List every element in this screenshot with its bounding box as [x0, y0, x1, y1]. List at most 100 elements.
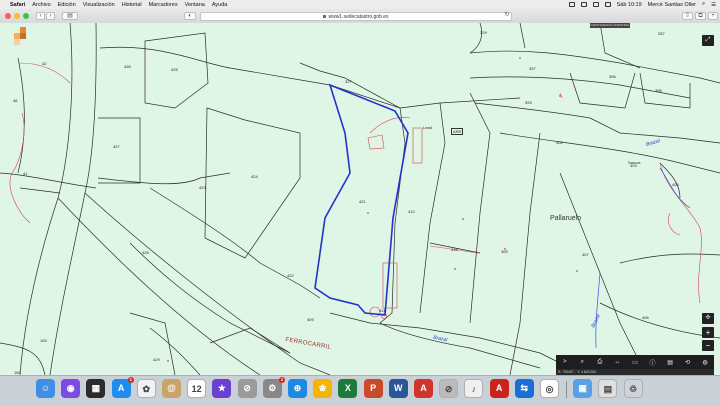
info-icon[interactable]: ⓘ: [646, 358, 660, 367]
chevron-left-icon: ‹: [39, 12, 42, 19]
tabs-overview-button[interactable]: ⧉: [695, 11, 706, 20]
address-bar[interactable]: www1.sedecatastro.gob.es: [200, 11, 512, 21]
parcel-number: 412: [408, 209, 415, 214]
screen-share-icon[interactable]: [568, 2, 575, 7]
dock-safari-icon[interactable]: ⊕: [288, 379, 307, 398]
dock-acrobat-reader-icon[interactable]: A: [489, 379, 509, 398]
parcel-number: 421: [359, 199, 366, 204]
cadastral-map[interactable]: CARTOGRAFÍA CATASTRAL 329 257 426 425 32…: [0, 23, 720, 375]
parcel-number: 424: [251, 174, 258, 179]
dock-excel-icon[interactable]: X: [338, 379, 358, 398]
parcel-number: 393: [525, 100, 532, 105]
map-toolbar: > ⌕ ⎙ ↔ ▭ ⓘ ▤ ⟲ ◍: [556, 355, 714, 369]
parcel-number: 257: [658, 31, 665, 36]
zoom-in-button[interactable]: +: [702, 327, 714, 338]
menu-item-historial[interactable]: Historial: [122, 2, 142, 8]
dock-document-icon[interactable]: ▤: [598, 379, 618, 398]
parcel-number: 404: [672, 182, 679, 187]
notification-badge: 1: [279, 377, 285, 383]
dock-app-store-icon[interactable]: A1: [111, 377, 134, 398]
parcel-number: 327: [345, 79, 352, 84]
dock-word-icon[interactable]: W: [388, 379, 408, 398]
reload-button[interactable]: ↻: [503, 12, 511, 20]
menu-app-name[interactable]: Safari: [10, 2, 25, 8]
dock-acrobat-icon[interactable]: A: [414, 379, 433, 398]
tabs-icon: ⧉: [698, 12, 703, 19]
map-top-banner: CARTOGRAFÍA CATASTRAL: [590, 23, 630, 28]
back-button[interactable]: ‹: [36, 11, 45, 20]
parcel-number: 41: [23, 171, 28, 176]
parcel-number: 411: [379, 308, 386, 313]
parcel-number: 46: [13, 98, 18, 103]
dock-siri-icon[interactable]: ◉: [61, 379, 81, 398]
dock-trash-icon[interactable]: ♲: [623, 379, 643, 398]
share-button[interactable]: ⇧: [682, 11, 693, 20]
forward-button[interactable]: ›: [46, 11, 55, 20]
close-window-button[interactable]: [5, 13, 11, 19]
zoom-out-button[interactable]: −: [702, 340, 714, 351]
battery-icon[interactable]: [604, 2, 611, 7]
dock-finder-icon[interactable]: ☺: [36, 379, 55, 398]
dock-downloads-icon[interactable]: ▣: [573, 379, 593, 398]
minimize-window-button[interactable]: [14, 13, 20, 19]
dock-utilities-icon[interactable]: ⊘: [237, 379, 257, 398]
dock-powerpoint-icon[interactable]: P: [363, 379, 383, 398]
reload-icon: ↻: [504, 11, 510, 18]
locate-button[interactable]: ✣: [702, 313, 714, 324]
parcel-number: 405: [501, 249, 508, 254]
fullscreen-button[interactable]: ⤢: [702, 35, 714, 46]
dock-remote-desktop-icon[interactable]: ⇆: [514, 379, 534, 398]
menu-item-archivo[interactable]: Archivo: [32, 2, 50, 8]
dock-photos-icon[interactable]: ✿: [136, 379, 156, 398]
menu-item-marcadores[interactable]: Marcadores: [149, 2, 178, 8]
parcel-number: 409: [307, 317, 314, 322]
dock-imovie-icon[interactable]: ★: [212, 379, 232, 398]
zoom-window-button[interactable]: [23, 13, 29, 19]
spotlight-icon[interactable]: ⌕: [702, 1, 705, 8]
dock-separator: [566, 381, 567, 398]
parcel-number: 159: [40, 338, 47, 343]
menu-item-edicion[interactable]: Edición: [58, 2, 76, 8]
dock-itunes-icon[interactable]: ♪: [464, 379, 484, 398]
print-icon[interactable]: ⎙: [593, 359, 607, 366]
menu-item-ayuda[interactable]: Ayuda: [212, 2, 228, 8]
wifi-icon[interactable]: [592, 2, 599, 7]
menu-item-visualizacion[interactable]: Visualización: [83, 2, 115, 8]
dock-photo-viewer-icon[interactable]: ❀: [313, 379, 333, 398]
dock-system-preferences-icon[interactable]: ⚙ 1: [262, 377, 285, 398]
privacy-shield-button[interactable]: ◐: [184, 11, 196, 20]
sidebar-button[interactable]: ▤: [62, 11, 78, 20]
menu-bar: Safari Archivo Edición Visualización His…: [0, 0, 720, 9]
clock[interactable]: Sáb 10:19: [617, 2, 642, 8]
layers-icon[interactable]: ▤: [663, 359, 677, 366]
parcel-tag: ARR: [451, 128, 464, 135]
parcel-number: 429: [153, 357, 160, 362]
chevron-right-icon: ›: [49, 12, 52, 19]
place-label: Pallaruelo: [550, 215, 582, 222]
globe-icon[interactable]: ◍: [698, 359, 712, 366]
area-icon[interactable]: ▭: [628, 359, 642, 366]
dock-calendar-icon[interactable]: 12: [187, 379, 207, 398]
parcel-number: 428: [142, 250, 149, 255]
shield-icon: ◐: [188, 12, 192, 19]
plus-icon: +: [705, 328, 711, 337]
measure-icon[interactable]: ↔: [610, 359, 624, 365]
bluetooth-icon[interactable]: [580, 2, 587, 7]
dock-dashboard-icon[interactable]: ▦: [86, 379, 106, 398]
search-icon[interactable]: ⌕: [575, 359, 589, 366]
notification-center-icon[interactable]: ☰: [711, 2, 716, 8]
refresh-icon[interactable]: ⟲: [681, 359, 695, 366]
user-name[interactable]: Mercè Santias Oller: [648, 2, 696, 8]
dock-preview-icon[interactable]: ⊘: [439, 379, 459, 398]
dock-contacts-icon[interactable]: @: [162, 379, 181, 398]
dock-chrome-icon[interactable]: ◎: [540, 379, 559, 398]
parcel-number: 425: [171, 67, 178, 72]
expand-toolbar-button[interactable]: >: [558, 359, 572, 365]
parcel-number: 396: [609, 74, 616, 79]
expand-icon: ⤢: [705, 37, 711, 43]
new-tab-button[interactable]: +: [708, 11, 718, 20]
menu-item-ventana[interactable]: Ventana: [185, 2, 205, 8]
parcel-number: 416: [451, 247, 458, 252]
minus-icon: −: [705, 341, 711, 350]
sidebar-icon: ▤: [67, 12, 73, 19]
